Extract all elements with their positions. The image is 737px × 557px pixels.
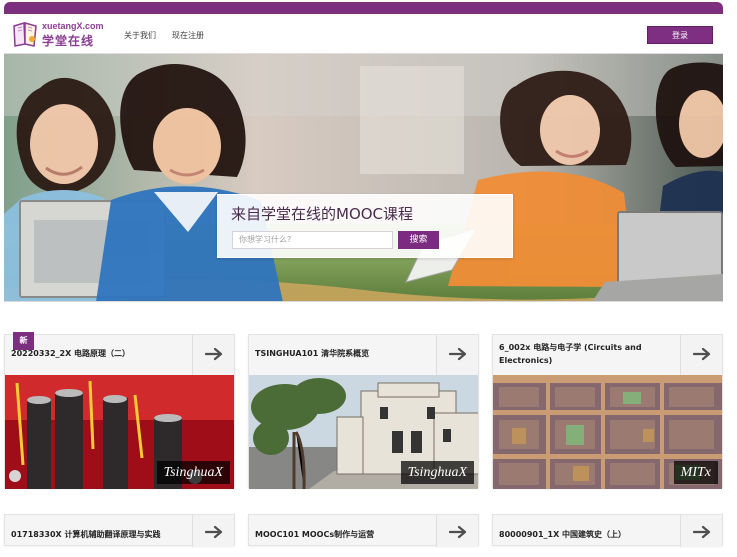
arrow-right-icon — [205, 347, 223, 361]
course-card[interactable]: TSINGHUA101 清华院系概览 TsinghuaX — [248, 334, 479, 489]
course-open-button[interactable] — [192, 515, 234, 547]
login-button[interactable]: 登录 — [647, 26, 713, 44]
course-search-panel: 来自学堂在线的MOOC课程 你想学习什么? 搜索 — [217, 194, 513, 258]
course-open-button[interactable] — [436, 515, 478, 547]
arrow-right-icon — [693, 525, 711, 539]
course-thumbnail[interactable]: TsinghuaX — [5, 375, 234, 489]
course-title[interactable]: MOOC101 MOOCs制作与运营 — [255, 529, 374, 540]
site-header: xuetangX.com 学堂在线 关于我们 现在注册 登录 — [4, 14, 723, 54]
course-title[interactable]: 80000901_1X 中国建筑史（上） — [499, 529, 626, 540]
page: xuetangX.com 学堂在线 关于我们 现在注册 登录 来自学堂在线的MO… — [0, 0, 737, 557]
provider-badge: TsinghuaX — [156, 461, 230, 484]
top-accent-bar — [4, 2, 723, 14]
hero-students-image — [4, 54, 723, 301]
course-open-button[interactable] — [436, 335, 478, 375]
book-logo-icon — [13, 22, 37, 47]
course-open-button[interactable] — [680, 515, 722, 547]
provider-badge: MITx — [673, 461, 718, 484]
course-title[interactable]: 6_002x 电路与电子学 (Circuits and Electronics) — [499, 341, 667, 367]
logo-url-text: xuetangX.com — [42, 21, 104, 31]
course-card[interactable]: 6_002x 电路与电子学 (Circuits and Electronics) — [492, 334, 723, 489]
course-open-button[interactable] — [680, 335, 722, 375]
nav-about-link[interactable]: 关于我们 — [124, 30, 156, 41]
course-title[interactable]: 01718330X 计算机辅助翻译原理与实践 — [11, 529, 160, 540]
logo-chinese-name: 学堂在线 — [42, 34, 95, 48]
hero-banner: 来自学堂在线的MOOC课程 你想学习什么? 搜索 — [4, 54, 723, 302]
course-card[interactable]: 01718330X 计算机辅助翻译原理与实践 — [4, 514, 235, 547]
course-search-input[interactable]: 你想学习什么? — [232, 231, 393, 249]
arrow-right-icon — [449, 525, 467, 539]
arrow-right-icon — [693, 347, 711, 361]
course-thumbnail[interactable]: MITx — [493, 375, 722, 489]
nav-register-link[interactable]: 现在注册 — [172, 30, 204, 41]
course-thumbnail[interactable]: TsinghuaX — [249, 375, 478, 489]
site-logo[interactable]: xuetangX.com 学堂在线 — [12, 20, 104, 50]
arrow-right-icon — [449, 347, 467, 361]
course-open-button[interactable] — [192, 335, 234, 375]
course-card[interactable]: 新 20220332_2X 电路原理（二） TsinghuaX — [4, 332, 235, 489]
provider-badge: TsinghuaX — [400, 461, 474, 484]
arrow-right-icon — [205, 525, 223, 539]
search-button[interactable]: 搜索 — [398, 231, 439, 249]
course-title[interactable]: 20220332_2X 电路原理（二） — [11, 348, 130, 359]
hero-title: 来自学堂在线的MOOC课程 — [231, 205, 414, 223]
course-card[interactable]: 80000901_1X 中国建筑史（上） — [492, 514, 723, 547]
course-title[interactable]: TSINGHUA101 清华院系概览 — [255, 348, 369, 359]
course-card[interactable]: MOOC101 MOOCs制作与运营 — [248, 514, 479, 547]
